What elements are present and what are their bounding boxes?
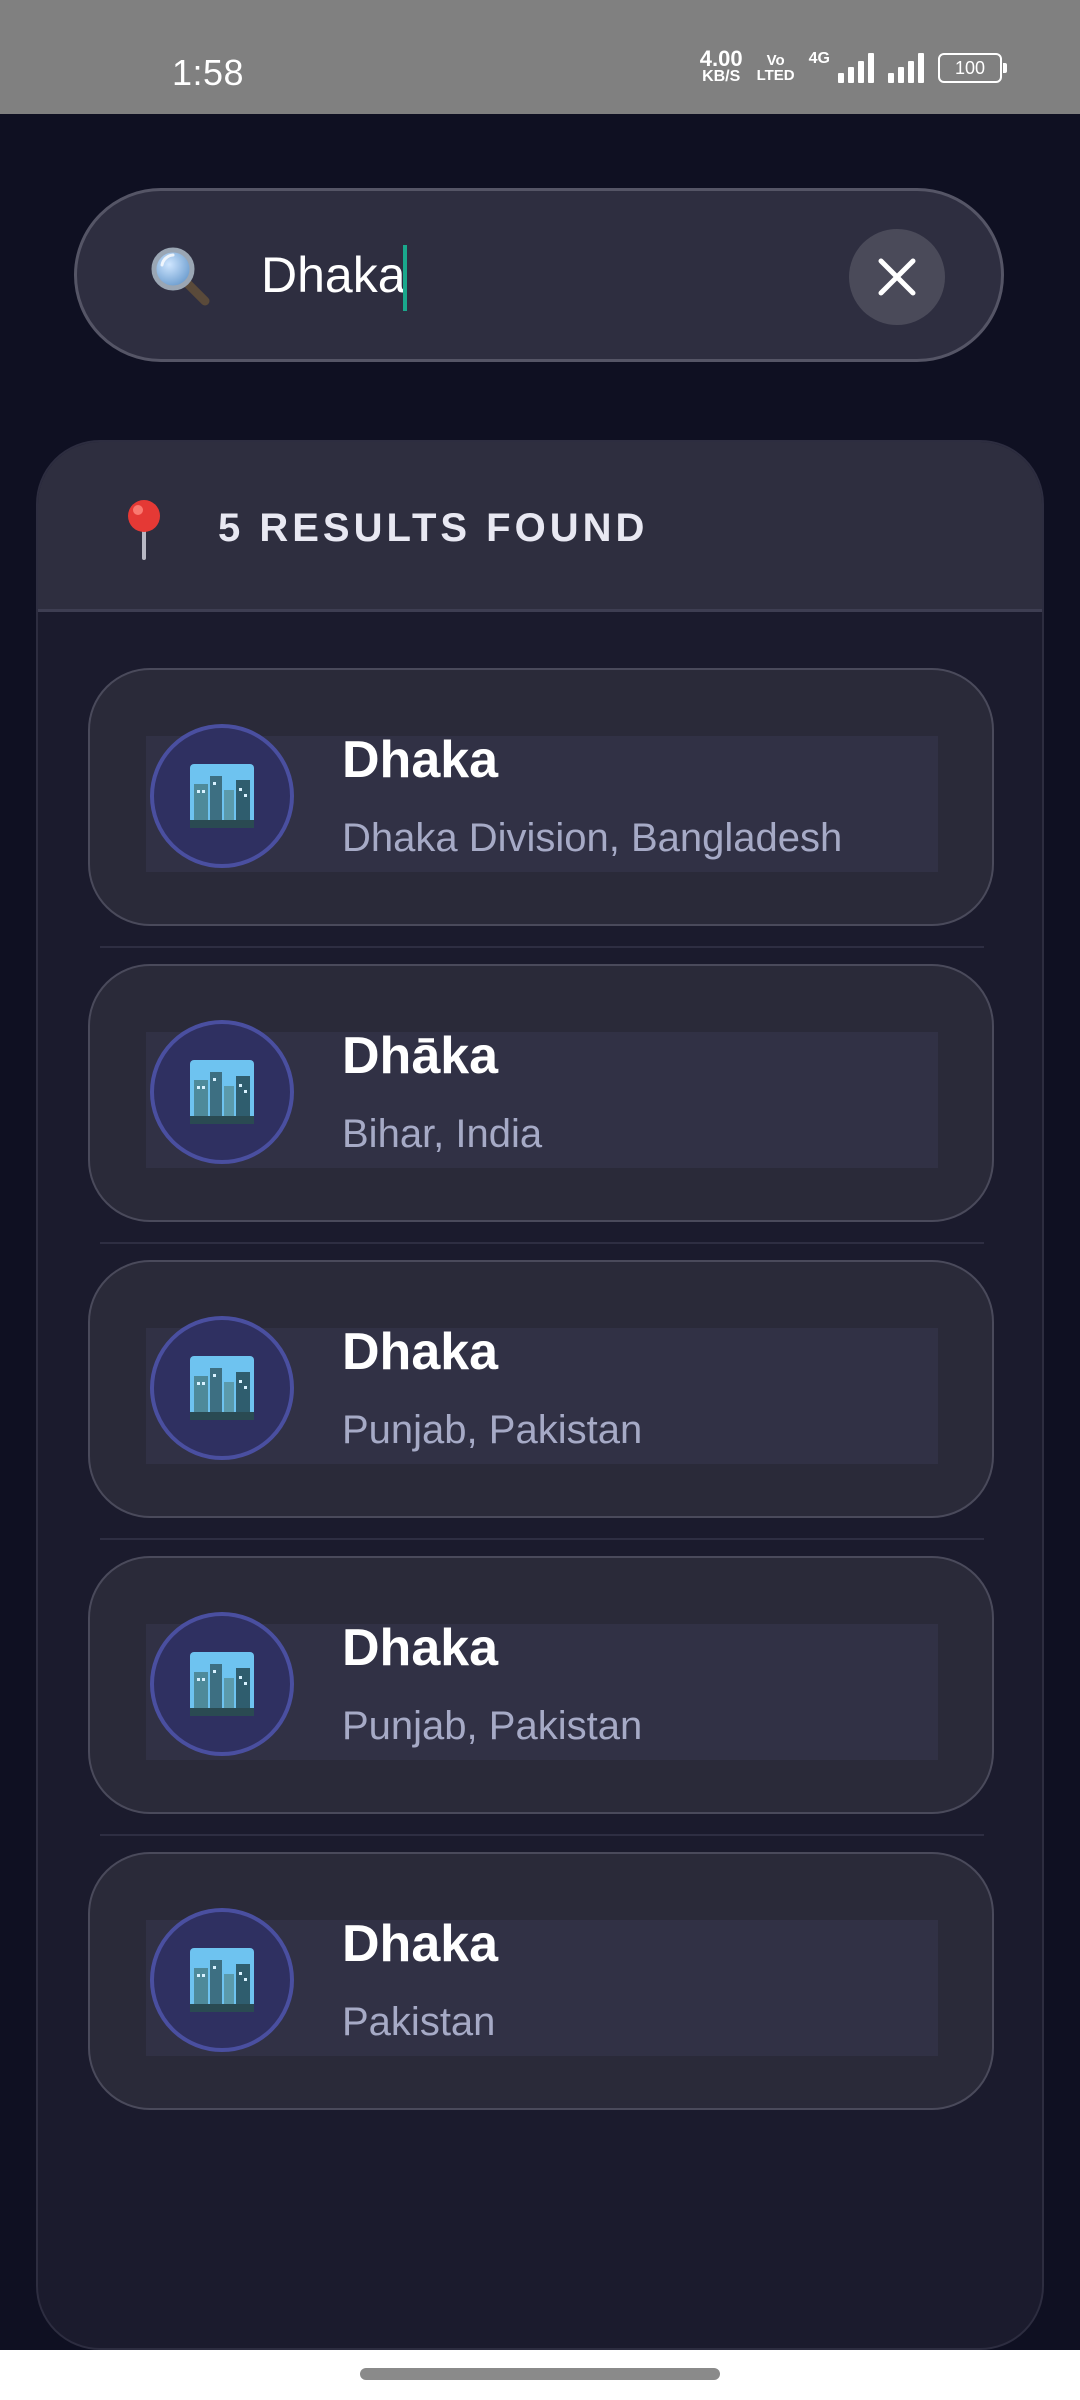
navigation-bar <box>0 2350 1080 2400</box>
results-panel: 5 RESULTS FOUND Dhaka Dhaka Division, Ba… <box>36 440 1044 2350</box>
cityscape-icon <box>190 1948 254 2012</box>
results-header: 5 RESULTS FOUND <box>38 442 1042 612</box>
text-cursor <box>403 245 407 311</box>
result-item-4[interactable]: Dhaka Punjab, Pakistan <box>88 1556 994 1814</box>
city-name: Dhaka <box>342 1915 499 1973</box>
battery-icon: 100 <box>938 53 1007 83</box>
close-icon <box>878 258 916 296</box>
result-item-3[interactable]: Dhaka Punjab, Pakistan <box>88 1260 994 1518</box>
cityscape-icon <box>190 1652 254 1716</box>
city-avatar <box>150 1316 294 1460</box>
search-bar[interactable] <box>74 188 1004 362</box>
signal-4g-icon <box>838 53 874 83</box>
network-type: 4G <box>808 50 830 67</box>
search-input[interactable] <box>259 231 883 319</box>
result-item-2[interactable]: Dhāka Bihar, India <box>88 964 994 1222</box>
city-avatar <box>150 1612 294 1756</box>
map-pin-icon <box>128 500 160 560</box>
divider <box>100 1834 984 1836</box>
result-item-1[interactable]: Dhaka Dhaka Division, Bangladesh <box>88 668 994 926</box>
home-indicator[interactable] <box>360 2368 720 2380</box>
city-avatar <box>150 724 294 868</box>
city-region: Dhaka Division, Bangladesh <box>342 816 843 860</box>
network-speed-value: 4.00 <box>699 46 743 71</box>
results-count: 5 RESULTS FOUND <box>218 506 649 550</box>
search-icon <box>151 247 210 306</box>
city-region: Bihar, India <box>342 1112 543 1156</box>
divider <box>100 946 984 948</box>
volte-icon: Vo LTED <box>757 53 795 83</box>
city-name: Dhaka <box>342 1619 499 1677</box>
city-name: Dhaka <box>342 731 499 789</box>
city-region: Punjab, Pakistan <box>342 1408 643 1452</box>
cityscape-icon <box>190 764 254 828</box>
divider <box>100 1538 984 1540</box>
city-avatar <box>150 1020 294 1164</box>
divider <box>100 1242 984 1244</box>
status-icons: 4.00 KB/S Vo LTED 4G 100 <box>699 46 1007 86</box>
city-region: Punjab, Pakistan <box>342 1704 643 1748</box>
city-name: Dhaka <box>342 1323 499 1381</box>
cityscape-icon <box>190 1356 254 1420</box>
cityscape-icon <box>190 1060 254 1124</box>
city-region: Pakistan <box>342 2000 496 2044</box>
status-bar: 1:58 4.00 KB/S Vo LTED 4G 100 <box>0 0 1080 114</box>
status-time: 1:58 <box>172 52 245 93</box>
network-speed: 4.00 KB/S <box>699 46 743 86</box>
battery-level: 100 <box>954 57 986 78</box>
clear-search-button[interactable] <box>849 229 945 325</box>
signal-icon <box>888 53 924 83</box>
volte-bottom-label: LTED <box>756 67 795 84</box>
result-item-5[interactable]: Dhaka Pakistan <box>88 1852 994 2110</box>
city-name: Dhāka <box>342 1027 499 1085</box>
volte-top-label: Vo <box>766 52 785 69</box>
city-avatar <box>150 1908 294 2052</box>
network-speed-unit: KB/S <box>702 68 741 85</box>
